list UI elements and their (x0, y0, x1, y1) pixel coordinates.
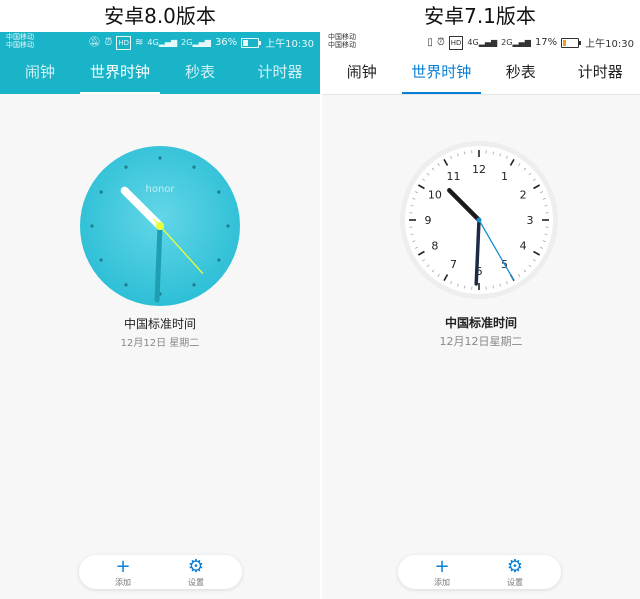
tick-dot (90, 224, 94, 228)
signal-icon-2: 2G▂▄▆ (501, 37, 531, 47)
plus-icon: + (115, 556, 131, 577)
add-button[interactable]: + 添加 (422, 558, 462, 588)
tab-stopwatch[interactable]: 秒表 (160, 52, 240, 94)
analog-clock: 121234567891011 (322, 138, 640, 310)
tab-bar: 闹钟 世界时钟 秒表 计时器 (0, 52, 320, 94)
clock-numeral: 7 (450, 258, 457, 271)
settings-button[interactable]: ⚙ 设置 (176, 558, 216, 588)
right-caption: 安卓7.1版本 (424, 4, 536, 28)
battery-percent: 36% (214, 37, 238, 48)
analog-clock: honor (0, 140, 320, 312)
android-8-screen: 中国移动 中国移动 🔕︎ ⏰︎ HD ≋ 4G▂▄▆ 2G▂▄▆ 36% 上午1… (0, 32, 320, 599)
alarm-icon: ⏰︎ (104, 36, 113, 48)
clock-numeral: 11 (447, 170, 461, 183)
tick-dot (192, 165, 196, 169)
tick-dot (99, 190, 103, 194)
clock-numeral: 4 (520, 240, 527, 253)
alarm-icon: ⏰︎ (436, 36, 445, 48)
gear-icon: ⚙ (187, 556, 205, 577)
wifi-icon: ≋ (135, 36, 144, 48)
tick-dot (192, 283, 196, 287)
status-time: 上午10:30 (585, 39, 634, 50)
signal-icon: 4G▂▄▆ (147, 37, 178, 47)
battery-icon (561, 37, 582, 48)
tick-dot (217, 190, 221, 194)
tab-bar: 闹钟 世界时钟 秒表 计时器 (322, 52, 640, 94)
tab-stopwatch[interactable]: 秒表 (481, 52, 561, 94)
battery-percent: 17% (534, 37, 558, 48)
carrier-label: 中国移动 中国移动 (328, 33, 356, 49)
clock-numeral: 3 (527, 214, 534, 227)
tab-alarm[interactable]: 闹钟 (0, 52, 80, 94)
signal-icon-2: 2G▂▄▆ (181, 37, 211, 47)
date-label: 12月12日 星期二 (120, 338, 200, 349)
mute-icon: 🔕︎ (87, 36, 101, 48)
action-bar: + 添加 ⚙ 设置 (79, 555, 242, 589)
city-label: 中国标准时间 (123, 317, 196, 331)
hd-icon: HD (116, 35, 132, 50)
brand-logo: honor (145, 184, 175, 195)
tab-timer[interactable]: 计时器 (561, 52, 640, 94)
add-button[interactable]: + 添加 (103, 558, 143, 588)
tick-dot (226, 224, 230, 228)
tab-world-clock[interactable]: 世界时钟 (80, 52, 160, 94)
plus-icon: + (434, 556, 450, 577)
tab-timer[interactable]: 计时器 (240, 52, 320, 94)
vibrate-icon: ▯ (427, 36, 433, 48)
tick-dot (99, 258, 103, 262)
tick-dot (124, 165, 128, 169)
status-bar: 中国移动 中国移动 ▯ ⏰︎ HD 4G▂▄▆ 2G▂▄▆ 17% 上午10:3… (322, 32, 640, 52)
hd-icon: HD (448, 35, 464, 50)
clock-numeral: 10 (428, 189, 442, 202)
tick-dot (124, 283, 128, 287)
carrier-label: 中国移动 中国移动 (6, 33, 34, 49)
status-time: 上午10:30 (265, 39, 314, 50)
center-pin (476, 217, 482, 223)
battery-icon (241, 37, 262, 48)
action-bar: + 添加 ⚙ 设置 (398, 555, 561, 589)
tick-dot (158, 156, 162, 160)
center-pin (156, 222, 164, 230)
tab-world-clock[interactable]: 世界时钟 (401, 52, 481, 94)
clock-numeral: 2 (520, 189, 527, 202)
gear-icon: ⚙ (506, 556, 524, 577)
tab-alarm[interactable]: 闹钟 (322, 52, 402, 94)
clock-numeral: 12 (472, 163, 486, 176)
minute-hand (154, 223, 163, 303)
settings-button[interactable]: ⚙ 设置 (495, 558, 535, 588)
tick-dot (217, 258, 221, 262)
android-7-screen: 中国移动 中国移动 ▯ ⏰︎ HD 4G▂▄▆ 2G▂▄▆ 17% 上午10:3… (322, 32, 640, 599)
clock-numeral: 1 (501, 170, 508, 183)
left-caption: 安卓8.0版本 (104, 4, 216, 28)
signal-icon: 4G▂▄▆ (467, 37, 498, 47)
date-label: 12月12日星期二 (439, 335, 523, 348)
clock-numeral: 9 (425, 214, 432, 227)
clock-numeral: 8 (431, 240, 438, 253)
status-bar: 中国移动 中国移动 🔕︎ ⏰︎ HD ≋ 4G▂▄▆ 2G▂▄▆ 36% 上午1… (0, 32, 320, 52)
city-label: 中国标准时间 (444, 316, 517, 330)
